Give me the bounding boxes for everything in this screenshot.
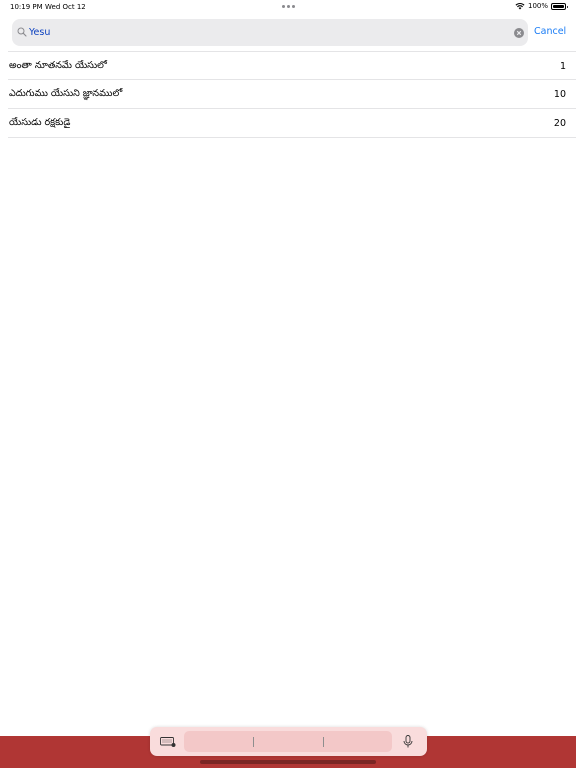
suggestion-divider — [253, 737, 254, 747]
item-title: ఎదుగుము యేసుని జ్ఞానములో — [9, 88, 123, 99]
status-date: Wed Oct 12 — [45, 3, 86, 11]
results-list: అంతా నూతనమే యేసులో 1 ఎదుగుము యేసుని జ్ఞా… — [8, 51, 576, 138]
list-item[interactable]: అంతా నూతనమే యేసులో 1 — [8, 51, 576, 80]
search-icon — [17, 27, 27, 37]
cancel-button[interactable]: Cancel — [534, 26, 566, 37]
battery-icon — [551, 2, 568, 10]
battery-percent: 100% — [527, 2, 548, 10]
list-item[interactable]: ఎదుగుము యేసుని జ్ఞానములో 10 — [8, 80, 576, 109]
item-title: అంతా నూతనమే యేసులో — [9, 60, 107, 71]
keyboard-icon[interactable] — [160, 737, 176, 747]
status-right: 100% — [515, 2, 568, 10]
search-row: Cancel — [0, 17, 576, 47]
wifi-icon — [515, 3, 525, 10]
suggestion-bar[interactable] — [184, 731, 392, 752]
item-number: 1 — [559, 61, 566, 72]
search-input[interactable] — [29, 23, 509, 42]
microphone-icon[interactable] — [403, 735, 413, 748]
clear-icon[interactable] — [514, 28, 524, 38]
item-number: 10 — [553, 89, 566, 100]
home-indicator[interactable] — [200, 760, 376, 764]
item-title: యేసుడు రక్షకుడై — [9, 117, 71, 128]
multitasking-dots-icon[interactable] — [282, 5, 295, 8]
keyboard-shortcut-bar — [150, 727, 427, 756]
search-field[interactable] — [12, 19, 528, 46]
suggestion-divider — [323, 737, 324, 747]
status-time: 10:19 PM — [10, 3, 43, 11]
item-number: 20 — [553, 118, 566, 129]
status-bar: 10:19 PM Wed Oct 12 100% — [0, 0, 576, 14]
list-item[interactable]: యేసుడు రక్షకుడై 20 — [8, 109, 576, 138]
screen: 10:19 PM Wed Oct 12 100% Yesu Cancel అంత… — [0, 0, 576, 768]
